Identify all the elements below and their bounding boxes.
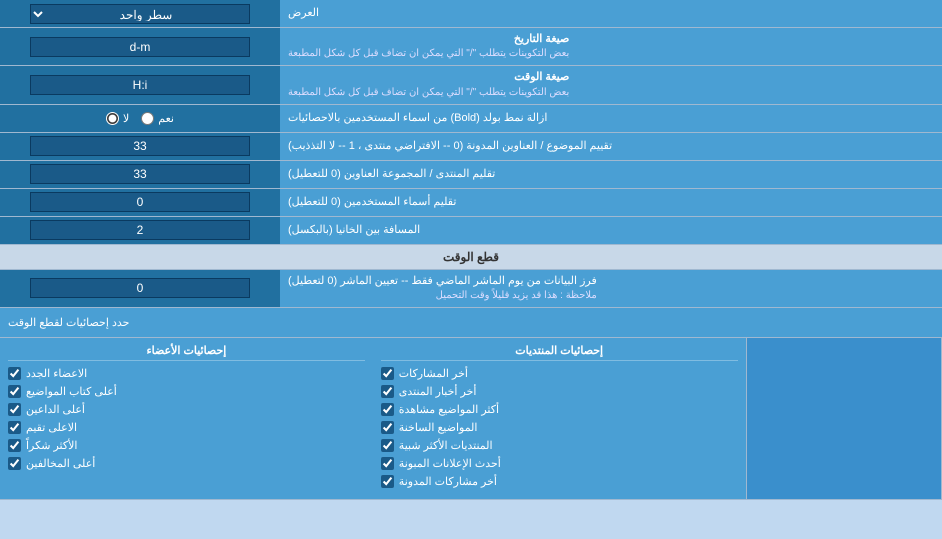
cb-item-top-writers: أعلى كتاب المواضيع [8, 385, 365, 398]
forum-sort-label: تقليم المنتدى / المجموعة العناوين (0 للت… [280, 161, 942, 188]
forum-sort-input[interactable] [30, 164, 250, 184]
realtime-input[interactable] [30, 278, 250, 298]
header-label: العرض [280, 0, 942, 27]
cb-top-inviters[interactable] [8, 403, 21, 416]
topics-sort-input-cell [0, 133, 280, 160]
spacing-row: المسافة بين الخانيا (بالبكسل) [0, 217, 942, 245]
radio-yes-label: نعم [158, 112, 174, 125]
users-sort-label: تقليم أسماء المستخدمين (0 للتعطيل) [280, 189, 942, 216]
date-format-input[interactable] [30, 37, 250, 57]
cb-item-top-rated: الاعلى تقيم [8, 421, 365, 434]
cb-hot[interactable] [381, 421, 394, 434]
cb-new-members[interactable] [8, 367, 21, 380]
topics-sort-row: تقييم الموضوع / العناوين المدونة (0 -- ا… [0, 133, 942, 161]
time-format-label: صيغة الوقت بعض التكوينات يتطلب "/" التي … [280, 66, 942, 103]
radio-yes[interactable] [141, 112, 154, 125]
bold-remove-radio-cell: نعم لا [0, 105, 280, 132]
time-format-row: صيغة الوقت بعض التكوينات يتطلب "/" التي … [0, 66, 942, 104]
spacing-input[interactable] [30, 220, 250, 240]
cb-news[interactable] [381, 385, 394, 398]
cb-item-most-thanks: الأكثر شكراً [8, 439, 365, 452]
time-format-input-cell [0, 66, 280, 103]
realtime-input-cell [0, 270, 280, 307]
checkbox-col-members: إحصائيات الأعضاء الاعضاء الجدد أعلى كتاب… [0, 338, 373, 499]
cb-top-violations[interactable] [8, 457, 21, 470]
cb-item-hot: المواضيع الساخنة [381, 421, 738, 434]
radio-yes-group: نعم [141, 112, 174, 125]
forums-col-header: إحصائيات المنتديات [381, 344, 738, 361]
cb-item-top-inviters: أعلى الداعين [8, 403, 365, 416]
spacing-label: المسافة بين الخانيا (بالبكسل) [280, 217, 942, 244]
display-dropdown[interactable]: سطر واحد سطرين ثلاثة أسطر [30, 4, 250, 24]
cb-blog-posts[interactable] [381, 475, 394, 488]
realtime-section-header: قطع الوقت [0, 245, 942, 270]
cb-item-news: أخر أخبار المنتدى [381, 385, 738, 398]
members-col-header: إحصائيات الأعضاء [8, 344, 365, 361]
checkbox-col-empty [747, 338, 942, 499]
cb-top-rated[interactable] [8, 421, 21, 434]
cb-item-shares: أخر المشاركات [381, 367, 738, 380]
cb-item-similar: المنتديات الأكثر شبية [381, 439, 738, 452]
header-row: العرض سطر واحد سطرين ثلاثة أسطر [0, 0, 942, 28]
bold-remove-label: ازالة نمط بولد (Bold) من اسماء المستخدمي… [280, 105, 942, 132]
cb-viewed[interactable] [381, 403, 394, 416]
radio-no-label: لا [123, 112, 129, 125]
cb-most-thanks[interactable] [8, 439, 21, 452]
checkbox-col-forums: إحصائيات المنتديات أخر المشاركات أخر أخب… [373, 338, 747, 499]
radio-no[interactable] [106, 112, 119, 125]
cb-shares[interactable] [381, 367, 394, 380]
date-format-label: صيغة التاريخ بعض التكوينات يتطلب "/" الت… [280, 28, 942, 65]
users-sort-input[interactable] [30, 192, 250, 212]
forum-sort-input-cell [0, 161, 280, 188]
users-sort-row: تقليم أسماء المستخدمين (0 للتعطيل) [0, 189, 942, 217]
spacing-input-cell [0, 217, 280, 244]
time-format-input[interactable] [30, 75, 250, 95]
realtime-note: ملاحظة : هذا قد يزيد قليلاً وقت التحميل [288, 289, 597, 303]
cb-top-writers[interactable] [8, 385, 21, 398]
date-format-row: صيغة التاريخ بعض التكوينات يتطلب "/" الت… [0, 28, 942, 66]
checkboxes-section: إحصائيات المنتديات أخر المشاركات أخر أخب… [0, 338, 942, 500]
stats-limit-label: حدد إحصائيات لقطع الوقت [0, 308, 942, 337]
realtime-label: فرز البيانات من يوم الماشر الماضي فقط --… [280, 270, 942, 307]
bold-remove-row: ازالة نمط بولد (Bold) من اسماء المستخدمي… [0, 105, 942, 133]
cb-item-new-members: الاعضاء الجدد [8, 367, 365, 380]
topics-sort-input[interactable] [30, 136, 250, 156]
forum-sort-row: تقليم المنتدى / المجموعة العناوين (0 للت… [0, 161, 942, 189]
cb-similar[interactable] [381, 439, 394, 452]
header-dropdown-cell: سطر واحد سطرين ثلاثة أسطر [0, 0, 280, 27]
topics-sort-label: تقييم الموضوع / العناوين المدونة (0 -- ا… [280, 133, 942, 160]
cb-item-viewed: أكثر المواضيع مشاهدة [381, 403, 738, 416]
realtime-row: فرز البيانات من يوم الماشر الماضي فقط --… [0, 270, 942, 308]
date-format-input-cell [0, 28, 280, 65]
stats-limit-row: حدد إحصائيات لقطع الوقت [0, 308, 942, 338]
users-sort-input-cell [0, 189, 280, 216]
radio-no-group: لا [106, 112, 129, 125]
cb-announcements[interactable] [381, 457, 394, 470]
cb-item-blog-posts: أخر مشاركات المدونة [381, 475, 738, 488]
cb-item-announcements: أحدث الإعلانات المبونة [381, 457, 738, 470]
cb-item-top-violations: أعلى المخالفين [8, 457, 365, 470]
